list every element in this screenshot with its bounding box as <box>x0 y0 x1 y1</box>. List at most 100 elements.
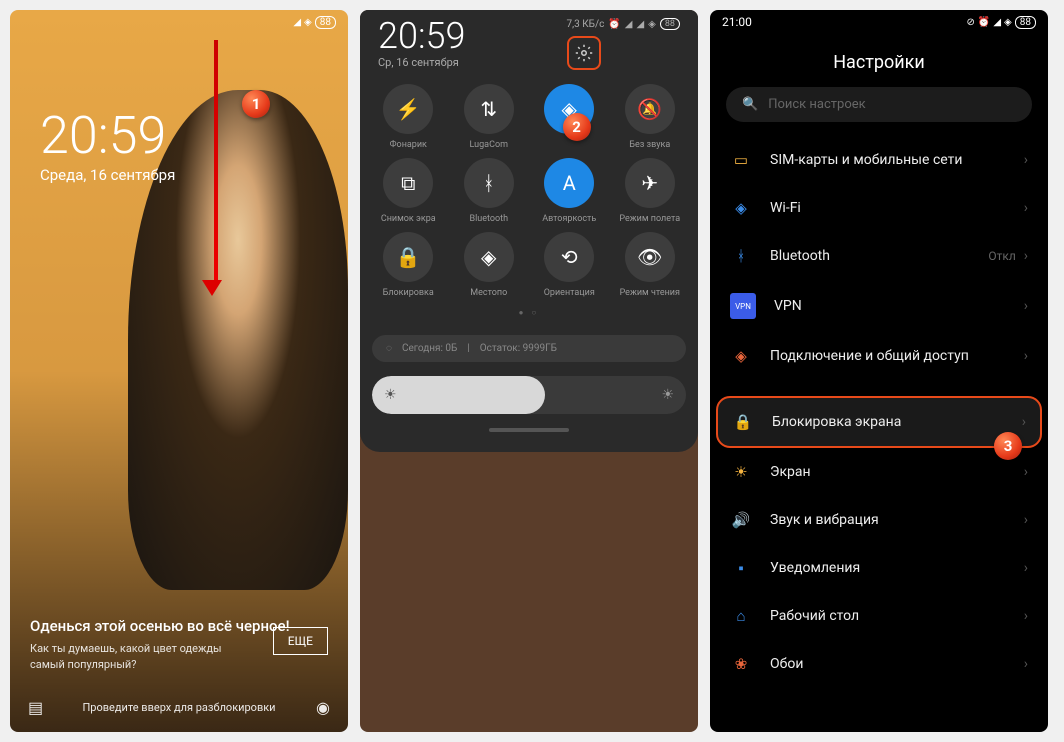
qs-tile-screenshot[interactable]: ⧉Снимок экра <box>372 158 445 224</box>
rotate-icon: ⟲ <box>544 232 594 282</box>
lock-subtext: Как ты думаешь, какой цвет одежды самый … <box>30 641 230 672</box>
chevron-right-icon: › <box>1024 248 1028 264</box>
chevron-right-icon: › <box>1024 298 1028 314</box>
camera-icon[interactable]: ◉ <box>316 698 330 717</box>
qs-tile-mute[interactable]: 🔕Без звука <box>614 84 687 150</box>
settings-item-disp[interactable]: ☀Экран› <box>716 448 1042 496</box>
notif-icon: ▪ <box>730 557 752 579</box>
step-badge-3: 3 <box>994 432 1022 460</box>
share-icon: ◈ <box>730 345 752 367</box>
read-icon: 👁 <box>625 232 675 282</box>
bluetooth-icon: ᚼ <box>464 158 514 208</box>
alarm-icon: ⏰ <box>608 19 620 30</box>
lock-time: 20:59 <box>40 110 175 162</box>
autobright-icon: A <box>544 158 594 208</box>
settings-phone: 21:00 ⊘ ⏰ ◢ ◈ 88 Настройки 🔍 Поиск настр… <box>710 10 1048 732</box>
signal-icon: ◢ <box>625 19 633 30</box>
panel-handle[interactable] <box>489 428 569 432</box>
unlock-hint: ▤ Проведите вверх для разблокировки ◉ <box>10 701 348 714</box>
lock-icon: 🔒 <box>383 232 433 282</box>
qs-tile-rotate[interactable]: ⟲Ориентация <box>533 232 606 298</box>
settings-item-snd[interactable]: 🔊Звук и вибрация› <box>716 496 1042 544</box>
wifi-icon: ◈ <box>648 19 656 30</box>
settings-title: Настройки <box>710 34 1048 87</box>
chevron-right-icon: › <box>1024 608 1028 624</box>
more-button[interactable]: ЕЩЕ <box>273 627 328 655</box>
settings-item-wifi[interactable]: ◈Wi-Fi› <box>716 184 1042 232</box>
chevron-right-icon: › <box>1024 464 1028 480</box>
qs-tile-bluetooth[interactable]: ᚼBluetooth <box>453 158 526 224</box>
signal-icon: ◢ <box>293 17 301 28</box>
step-badge-1: 1 <box>242 90 270 118</box>
wall-icon: ❀ <box>730 653 752 675</box>
cards-icon[interactable]: ▤ <box>28 698 43 717</box>
chevron-right-icon: › <box>1024 656 1028 672</box>
sim-icon: ▭ <box>730 149 752 171</box>
screenshot-icon: ⧉ <box>383 158 433 208</box>
flashlight-icon: ⚡ <box>383 84 433 134</box>
search-placeholder: Поиск настроек <box>768 97 866 112</box>
lock-icon: 🔒 <box>732 411 754 433</box>
airplane-icon: ✈ <box>625 158 675 208</box>
statusbar: 21:00 ⊘ ⏰ ◢ ◈ 88 <box>710 10 1048 34</box>
qs-tile-airplane[interactable]: ✈Режим полета <box>614 158 687 224</box>
search-icon: 🔍 <box>742 97 758 112</box>
statusbar: ◢ ◈ 88 <box>10 10 348 34</box>
qs-tile-read[interactable]: 👁Режим чтения <box>614 232 687 298</box>
settings-item-bt[interactable]: ᚼBluetoothОткл› <box>716 232 1042 280</box>
status-time: 21:00 <box>722 15 752 29</box>
qs-panel: 20:59 Ср, 16 сентября 7,3 КБ/с ⏰ ◢ ◢ ◈ 8… <box>360 10 698 452</box>
chevron-right-icon: › <box>1024 200 1028 216</box>
snd-icon: 🔊 <box>730 509 752 531</box>
qs-tile-lock[interactable]: 🔒Блокировка <box>372 232 445 298</box>
qs-tile-location[interactable]: ◈Местопо <box>453 232 526 298</box>
qs-tile-flashlight[interactable]: ⚡Фонарик <box>372 84 445 150</box>
brightness-high-icon: ☀ <box>661 387 674 403</box>
vpn-icon: VPN <box>730 293 756 319</box>
page-dots: ● ○ <box>372 308 686 317</box>
chevron-right-icon: › <box>1024 348 1028 364</box>
battery-indicator: 88 <box>315 16 336 29</box>
settings-gear-button[interactable]: 2 <box>567 36 601 70</box>
brightness-slider[interactable]: ☀ ☀ <box>372 376 686 414</box>
chevron-right-icon: › <box>1024 152 1028 168</box>
settings-item-home[interactable]: ⌂Рабочий стол› <box>716 592 1042 640</box>
qs-time: 20:59 <box>378 18 465 54</box>
bt-icon: ᚼ <box>730 245 752 267</box>
lock-bottom-card: Оденься этой осенью во всё черное! Как т… <box>30 617 328 672</box>
settings-item-lock[interactable]: 🔒Блокировка экрана›3 <box>716 396 1042 448</box>
brightness-low-icon: ☀ <box>384 387 397 403</box>
lock-date: Среда, 16 сентября <box>40 166 175 184</box>
quicksettings-phone: 20:59 Ср, 16 сентября 7,3 КБ/с ⏰ ◢ ◢ ◈ 8… <box>360 10 698 732</box>
qs-date: Ср, 16 сентября <box>378 56 465 69</box>
step-badge-2: 2 <box>563 113 591 141</box>
wifi-icon: ◈ <box>1004 17 1012 28</box>
settings-item-vpn[interactable]: VPNVPN› <box>716 280 1042 332</box>
mute-icon: 🔕 <box>625 84 675 134</box>
signal-icon: ◢ <box>993 17 1001 28</box>
wifi-icon: ◈ <box>304 17 312 28</box>
signal-icon: ◢ <box>636 19 644 30</box>
settings-search[interactable]: 🔍 Поиск настроек <box>726 87 1032 122</box>
chevron-right-icon: › <box>1024 512 1028 528</box>
qs-tile-autobright[interactable]: AАвтояркость <box>533 158 606 224</box>
data-icon: ⇅ <box>464 84 514 134</box>
battery-indicator: 88 <box>1015 16 1036 29</box>
swipe-down-arrow <box>210 40 222 296</box>
battery-indicator: 88 <box>660 18 680 30</box>
settings-item-notif[interactable]: ▪Уведомления› <box>716 544 1042 592</box>
settings-item-share[interactable]: ◈Подключение и общий доступ› <box>716 332 1042 380</box>
location-icon: ◈ <box>464 232 514 282</box>
settings-item-sim[interactable]: ▭SIM-карты и мобильные сети› <box>716 136 1042 184</box>
disp-icon: ☀ <box>730 461 752 483</box>
qs-tile-data[interactable]: ⇅LugaCom <box>453 84 526 150</box>
settings-list: ▭SIM-карты и мобильные сети›◈Wi-Fi›ᚼBlue… <box>710 136 1048 688</box>
home-icon: ⌂ <box>730 605 752 627</box>
lockscreen-phone: ◢ ◈ 88 20:59 Среда, 16 сентября 1 Оденьс… <box>10 10 348 732</box>
chevron-right-icon: › <box>1022 414 1026 430</box>
qs-tiles-grid: ⚡Фонарик⇅LugaCom◈🔕Без звука⧉Снимок экраᚼ… <box>372 84 686 298</box>
settings-item-wall[interactable]: ❀Обои› <box>716 640 1042 688</box>
data-usage-bar[interactable]: ◌ Сегодня: 0Б| Остаток: 9999ГБ <box>372 335 686 362</box>
dnd-icon: ⊘ <box>967 17 975 28</box>
alarm-icon: ⏰ <box>978 17 990 28</box>
